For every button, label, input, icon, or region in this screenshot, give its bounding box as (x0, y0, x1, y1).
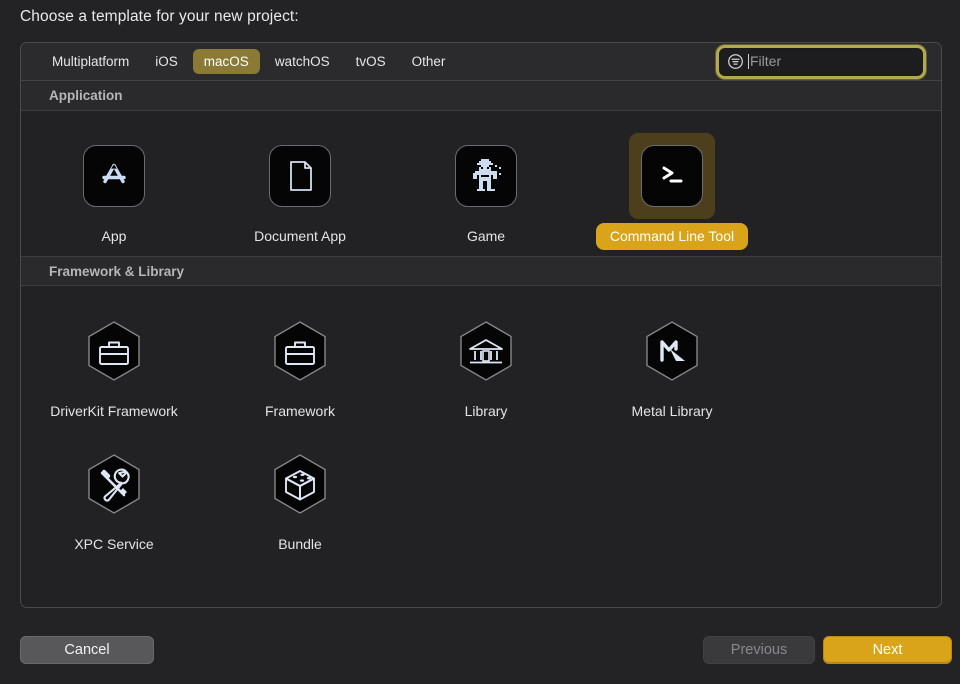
template-item-metal-library[interactable]: Metal Library (579, 298, 765, 431)
hex-bank-columns-icon (460, 321, 512, 381)
template-label: Bundle (278, 536, 322, 552)
hex-metal-logo-icon (646, 321, 698, 381)
hex-toolbox-icon (274, 321, 326, 381)
template-item-bundle[interactable]: Bundle (207, 431, 393, 564)
filter-field-wrapper: Filter (719, 47, 923, 76)
template-label: DriverKit Framework (50, 403, 178, 419)
platform-tabs: Multiplatform iOS macOS watchOS tvOS Oth… (21, 49, 456, 74)
template-label: Library (464, 403, 508, 419)
template-icon-box (71, 308, 157, 394)
platform-tab-bar: Multiplatform iOS macOS watchOS tvOS Oth… (21, 43, 941, 81)
tab-ios[interactable]: iOS (144, 49, 189, 74)
filter-circle-icon (728, 54, 743, 69)
template-item-xpc-service[interactable]: XPC Service (21, 431, 207, 564)
hex-tools-icon (88, 454, 140, 514)
template-label: Game (466, 228, 506, 244)
template-label: Metal Library (631, 403, 713, 419)
tab-watchos[interactable]: watchOS (264, 49, 341, 74)
text-caret (748, 54, 749, 69)
template-icon-box (443, 133, 529, 219)
section-header-application: Application (21, 81, 941, 111)
cancel-button[interactable]: Cancel (20, 636, 154, 664)
template-panel: Multiplatform iOS macOS watchOS tvOS Oth… (20, 42, 942, 608)
template-grid-framework-library: DriverKit Framework Framework Library Me… (21, 286, 941, 564)
template-grid-application: App Document App Game Command Line Tool (21, 111, 941, 256)
template-item-library[interactable]: Library (393, 298, 579, 431)
template-label: Document App (254, 228, 346, 244)
template-icon-box (443, 308, 529, 394)
template-item-app[interactable]: App (21, 123, 207, 256)
template-icon-box (257, 441, 343, 527)
section-header-framework-library: Framework & Library (21, 256, 941, 286)
template-chooser-dialog: Choose a template for your new project: … (0, 0, 960, 684)
template-label: XPC Service (74, 536, 154, 552)
template-item-driverkit-framework[interactable]: DriverKit Framework (21, 298, 207, 431)
tab-macos[interactable]: macOS (192, 49, 260, 74)
hex-toolbox-icon (88, 321, 140, 381)
pixel-robot-icon (455, 145, 517, 207)
document-page-icon (269, 145, 331, 207)
tab-other[interactable]: Other (401, 49, 457, 74)
filter-input[interactable]: Filter (719, 47, 923, 76)
previous-button[interactable]: Previous (703, 636, 815, 664)
next-button[interactable]: Next (823, 636, 952, 664)
terminal-prompt-icon (641, 145, 703, 207)
template-icon-box (71, 441, 157, 527)
app-store-logo-icon (83, 145, 145, 207)
template-label: Command Line Tool (595, 223, 749, 250)
template-item-command-line-tool[interactable]: Command Line Tool (579, 123, 765, 256)
page-title: Choose a template for your new project: (20, 8, 299, 25)
template-icon-box (71, 133, 157, 219)
template-label: Framework (264, 403, 335, 419)
template-icon-box (257, 308, 343, 394)
filter-placeholder: Filter (750, 53, 782, 69)
template-icon-box (629, 133, 715, 219)
template-icon-box (257, 133, 343, 219)
template-item-document-app[interactable]: Document App (207, 123, 393, 256)
template-item-framework[interactable]: Framework (207, 298, 393, 431)
template-icon-box (629, 308, 715, 394)
tab-tvos[interactable]: tvOS (345, 49, 397, 74)
hex-cube-icon (274, 454, 326, 514)
template-item-game[interactable]: Game (393, 123, 579, 256)
tab-multiplatform[interactable]: Multiplatform (41, 49, 140, 74)
template-label: App (101, 228, 127, 244)
